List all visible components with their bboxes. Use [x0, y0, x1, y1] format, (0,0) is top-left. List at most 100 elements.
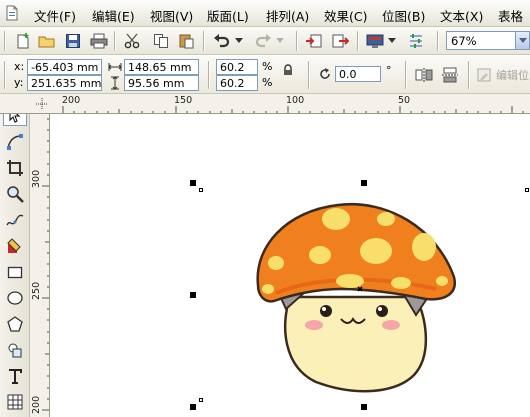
import-button[interactable] — [303, 30, 325, 52]
undo-button[interactable] — [211, 30, 233, 52]
menu-table[interactable]: 表格 — [498, 6, 523, 25]
scale-width-input[interactable]: 60.2 — [216, 59, 258, 75]
launcher-dropdown[interactable] — [386, 30, 398, 52]
horizontal-ruler[interactable]: 200 150 100 50 — [52, 94, 530, 114]
cut-button[interactable] — [122, 30, 144, 52]
magnifier-icon — [7, 186, 24, 203]
toolbar-separator — [203, 31, 204, 51]
export-icon — [332, 34, 349, 48]
toolbar-grip — [4, 31, 5, 51]
mirror-horizontal-button[interactable] — [413, 64, 435, 86]
crop-icon — [7, 160, 23, 176]
shape-tool[interactable] — [3, 131, 27, 153]
height-input[interactable]: 95.56 mm — [124, 75, 199, 91]
open-button[interactable] — [36, 30, 58, 52]
mushroom-illustration[interactable] — [246, 197, 476, 397]
smart-fill-icon — [7, 238, 21, 253]
scissors-icon — [124, 33, 140, 49]
selection-handle-middle-left[interactable] — [190, 292, 196, 298]
smart-fill-tool[interactable] — [3, 235, 27, 257]
import-icon — [306, 34, 322, 48]
propbar-separator — [208, 61, 209, 89]
edit-bitmap-button[interactable]: 编辑位 — [496, 67, 529, 83]
selection-handle-top-center[interactable] — [361, 180, 367, 186]
zoom-level-select[interactable]: 67% — [446, 31, 530, 50]
x-position-label: x: — [14, 60, 25, 73]
print-icon — [90, 33, 108, 49]
lock-ratio-icon[interactable] — [282, 64, 294, 76]
y-position-input[interactable]: 251.635 mm — [27, 75, 102, 91]
zoom-dropdown-arrow[interactable] — [515, 32, 529, 49]
rotation-anchor[interactable] — [525, 188, 529, 192]
mirror-horizontal-icon — [415, 68, 433, 82]
undo-dropdown[interactable] — [233, 30, 245, 52]
print-button[interactable] — [88, 30, 110, 52]
toolbar-separator — [114, 31, 115, 51]
copy-button[interactable] — [150, 30, 172, 52]
app-launcher-icon — [366, 34, 384, 48]
ruler-tick-label: 300 — [31, 169, 42, 188]
menu-layout[interactable]: 版面(L) — [207, 6, 249, 25]
selection-handle-bottom-left[interactable] — [190, 404, 196, 410]
rotation-anchor[interactable] — [199, 398, 203, 402]
scale-height-percent: % — [262, 76, 273, 89]
redo-button[interactable] — [252, 30, 274, 52]
application-launcher-button[interactable] — [364, 30, 386, 52]
ruler-tick-label: 50 — [398, 95, 411, 106]
width-input[interactable]: 148.65 mm — [124, 59, 199, 75]
scale-height-input[interactable]: 60.2 — [216, 75, 258, 91]
vertical-ruler-ticks — [42, 118, 49, 411]
x-position-input[interactable]: -65.403 mm — [27, 59, 102, 75]
menu-effects[interactable]: 效果(C) — [324, 6, 367, 25]
polygon-tool[interactable] — [3, 313, 27, 335]
rotate-icon — [320, 68, 330, 79]
rectangle-tool[interactable] — [3, 261, 27, 283]
crop-tool[interactable] — [3, 157, 27, 179]
zoom-tool[interactable] — [3, 183, 27, 205]
width-icon — [108, 63, 122, 71]
ruler-origin-corner[interactable] — [0, 94, 52, 114]
table-tool[interactable] — [3, 391, 27, 413]
menu-edit[interactable]: 编辑(E) — [92, 6, 135, 25]
mirror-vertical-icon — [442, 67, 458, 83]
menu-arrange[interactable]: 排列(A) — [266, 6, 309, 25]
options-icon — [410, 34, 422, 48]
options-button[interactable] — [405, 30, 427, 52]
table-icon — [7, 394, 23, 410]
new-document-button[interactable] — [12, 30, 34, 52]
document-icon — [6, 5, 18, 21]
paste-button[interactable] — [175, 30, 197, 52]
shape-tool-icon — [7, 134, 23, 150]
save-icon — [66, 34, 80, 48]
ruler-origin-icon — [36, 98, 48, 110]
undo-icon — [214, 34, 230, 48]
freehand-tool[interactable] — [3, 209, 27, 231]
ruler-tick-label: 200 — [31, 395, 42, 414]
drawing-canvas[interactable] — [51, 115, 530, 417]
propbar-separator — [405, 61, 406, 89]
rotation-angle-input[interactable]: 0.0 — [335, 66, 381, 82]
freehand-icon — [6, 214, 24, 226]
ruler-tick-label: 200 — [62, 95, 81, 106]
ellipse-tool[interactable] — [3, 287, 27, 309]
selection-handle-top-left[interactable] — [190, 180, 196, 186]
export-button[interactable] — [329, 30, 351, 52]
vertical-ruler[interactable]: 300 250 200 — [30, 114, 50, 417]
menu-text[interactable]: 文本(X) — [440, 6, 483, 25]
save-button[interactable] — [62, 30, 84, 52]
redo-icon — [255, 34, 271, 48]
scale-width-percent: % — [262, 60, 273, 73]
rotation-anchor[interactable] — [199, 188, 203, 192]
redo-dropdown[interactable] — [274, 30, 286, 52]
text-tool[interactable] — [3, 365, 27, 387]
mirror-vertical-button[interactable] — [439, 64, 461, 86]
menu-bitmaps[interactable]: 位图(B) — [382, 6, 425, 25]
menu-file[interactable]: 文件(F) — [34, 6, 76, 25]
menu-bar: 文件(F) 编辑(E) 视图(V) 版面(L) 排列(A) 效果(C) 位图(B… — [0, 0, 530, 27]
chevron-down-icon — [235, 38, 243, 43]
selection-handle-bottom-center[interactable] — [361, 404, 367, 410]
ruler-tick-label: 150 — [174, 95, 193, 106]
zoom-level-value: 67% — [451, 34, 477, 48]
menu-view[interactable]: 视图(V) — [150, 6, 193, 25]
basic-shapes-tool[interactable] — [3, 339, 27, 361]
